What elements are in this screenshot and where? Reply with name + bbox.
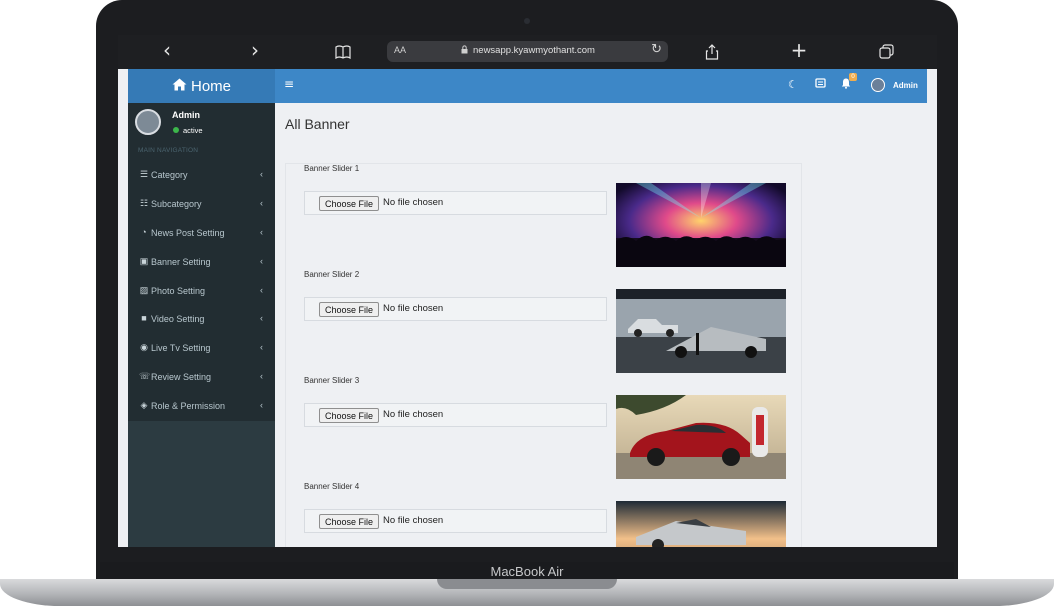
tabs-icon[interactable]: [875, 42, 897, 64]
choose-file-button[interactable]: Choose File: [319, 408, 380, 423]
chevron-left-icon: ‹: [260, 400, 263, 410]
sidebar-item-label: Category: [151, 170, 188, 180]
reload-icon[interactable]: ↻: [651, 42, 662, 57]
sidebar-item-role-permission[interactable]: ◈ Role & Permission ‹: [128, 392, 275, 421]
home-link[interactable]: Home: [128, 69, 275, 103]
file-status: No file chosen: [383, 515, 444, 526]
sidebar-user-name: Admin: [172, 110, 200, 120]
sidebar-item-label: Review Setting: [151, 372, 212, 382]
file-status: No file chosen: [383, 197, 444, 208]
sidebar-item-video-setting[interactable]: ■ Video Setting ‹: [128, 305, 275, 334]
comments-icon: ☏: [139, 371, 151, 381]
file-input[interactable]: Choose File No file chosen: [304, 191, 607, 215]
banner-panel: Banner Slider 1 Choose File No file chos…: [285, 163, 802, 547]
base-notch: [437, 579, 617, 589]
choose-file-button[interactable]: Choose File: [319, 514, 380, 529]
sidebar-item-banner-setting[interactable]: ▣ Banner Setting ‹: [128, 248, 275, 277]
sidebar-item-label: Role & Permission: [151, 401, 226, 411]
video-icon: ■: [141, 313, 147, 323]
file-input[interactable]: Choose File No file chosen: [304, 403, 607, 427]
choose-file-button[interactable]: Choose File: [319, 302, 380, 317]
chevron-left-icon: ‹: [260, 227, 263, 237]
forward-icon[interactable]: ›: [244, 40, 266, 60]
back-icon[interactable]: ‹: [156, 40, 178, 60]
file-input[interactable]: Choose File No file chosen: [304, 509, 607, 533]
sidebar-item-label: Subcategory: [151, 199, 202, 209]
bookmarks-icon[interactable]: [332, 42, 354, 64]
list-ordered-icon: ☷: [139, 198, 149, 208]
menu-toggle-icon[interactable]: ≡: [284, 77, 294, 91]
chevron-left-icon: ‹: [260, 285, 263, 295]
user-menu[interactable]: Admin: [893, 81, 918, 90]
page-title: All Banner: [285, 116, 350, 132]
sidebar-item-subcategory[interactable]: ☷ Subcategory ‹: [128, 190, 275, 219]
file-status: No file chosen: [383, 303, 444, 314]
sidebar-item-label: Live Tv Setting: [151, 343, 211, 353]
list-icon: ☰: [139, 169, 149, 179]
choose-file-button[interactable]: Choose File: [319, 196, 380, 211]
banner-label: Banner Slider 3: [304, 376, 360, 385]
top-navbar: ≡ ☾ 0 Admin: [275, 69, 927, 103]
banner-icon: ▣: [139, 256, 149, 266]
share-icon[interactable]: [701, 42, 723, 65]
notification-badge: 0: [849, 73, 857, 81]
banner-label: Banner Slider 2: [304, 270, 360, 279]
user-avatar[interactable]: [871, 78, 885, 92]
banner-label: Banner Slider 1: [304, 164, 360, 173]
lock-icon: [461, 45, 468, 57]
url-text: newsapp.kyawmyothant.com: [473, 45, 595, 56]
home-label: Home: [190, 77, 231, 95]
main-content: All Banner Banner Slider 1 Choose File N…: [275, 103, 927, 547]
dark-mode-icon[interactable]: ☾: [788, 78, 798, 91]
device-label: MacBook Air: [490, 564, 564, 579]
sidebar-avatar: [135, 109, 161, 135]
image-icon: ▨: [139, 285, 149, 295]
chevron-left-icon: ‹: [260, 198, 263, 208]
banner-image-concert: [616, 183, 786, 267]
text-size-button[interactable]: AA: [394, 45, 406, 55]
chevron-left-icon: ‹: [260, 256, 263, 266]
home-icon: [172, 78, 187, 95]
sidebar-item-label: Photo Setting: [151, 286, 206, 296]
new-tab-icon[interactable]: +: [788, 40, 810, 60]
chevron-left-icon: ‹: [260, 371, 263, 381]
news-icon[interactable]: [815, 78, 826, 91]
chevron-left-icon: ‹: [260, 342, 263, 352]
screen-margin-left: [118, 69, 128, 547]
sidebar-item-live-tv-setting[interactable]: ◉ Live Tv Setting ‹: [128, 334, 275, 363]
file-status: No file chosen: [383, 409, 444, 420]
sidebar-item-news-post-setting[interactable]: ◔ News Post Setting ‹: [128, 219, 275, 248]
camera: [524, 18, 530, 24]
rss-icon: ◔: [141, 227, 147, 237]
sidebar-user-status: active: [183, 126, 203, 135]
sidebar-item-review-setting[interactable]: ☏ Review Setting ‹: [128, 363, 275, 392]
status-dot-icon: [173, 127, 179, 133]
sidebar-footer: [128, 421, 275, 547]
sidebar-item-label: News Post Setting: [151, 228, 225, 238]
banner-image-cybertruck-desert: [616, 501, 786, 547]
banner-image-red-car: [616, 395, 786, 479]
sidebar-item-label: Banner Setting: [151, 257, 211, 267]
chevron-left-icon: ‹: [260, 313, 263, 323]
sidebar: Admin active MAIN NAVIGATION ☰ Category …: [128, 103, 275, 421]
screen: ‹ › AA newsapp.kyawmyothant.com ↻ + Home: [118, 35, 937, 547]
browser-toolbar: ‹ › AA newsapp.kyawmyothant.com ↻ +: [118, 35, 937, 69]
banner-label: Banner Slider 4: [304, 482, 360, 491]
record-icon: ◉: [140, 342, 148, 352]
sidebar-item-category[interactable]: ☰ Category ‹: [128, 161, 275, 190]
banner-image-cybertruck-stage: [616, 289, 786, 373]
chevron-left-icon: ‹: [260, 169, 263, 179]
file-input[interactable]: Choose File No file chosen: [304, 297, 607, 321]
address-bar[interactable]: AA newsapp.kyawmyothant.com ↻: [387, 41, 668, 62]
screen-margin-right: [927, 69, 937, 547]
shield-icon: ◈: [140, 400, 148, 410]
sidebar-section-header: MAIN NAVIGATION: [138, 147, 199, 154]
sidebar-item-photo-setting[interactable]: ▨ Photo Setting ‹: [128, 277, 275, 306]
sidebar-item-label: Video Setting: [151, 314, 205, 324]
